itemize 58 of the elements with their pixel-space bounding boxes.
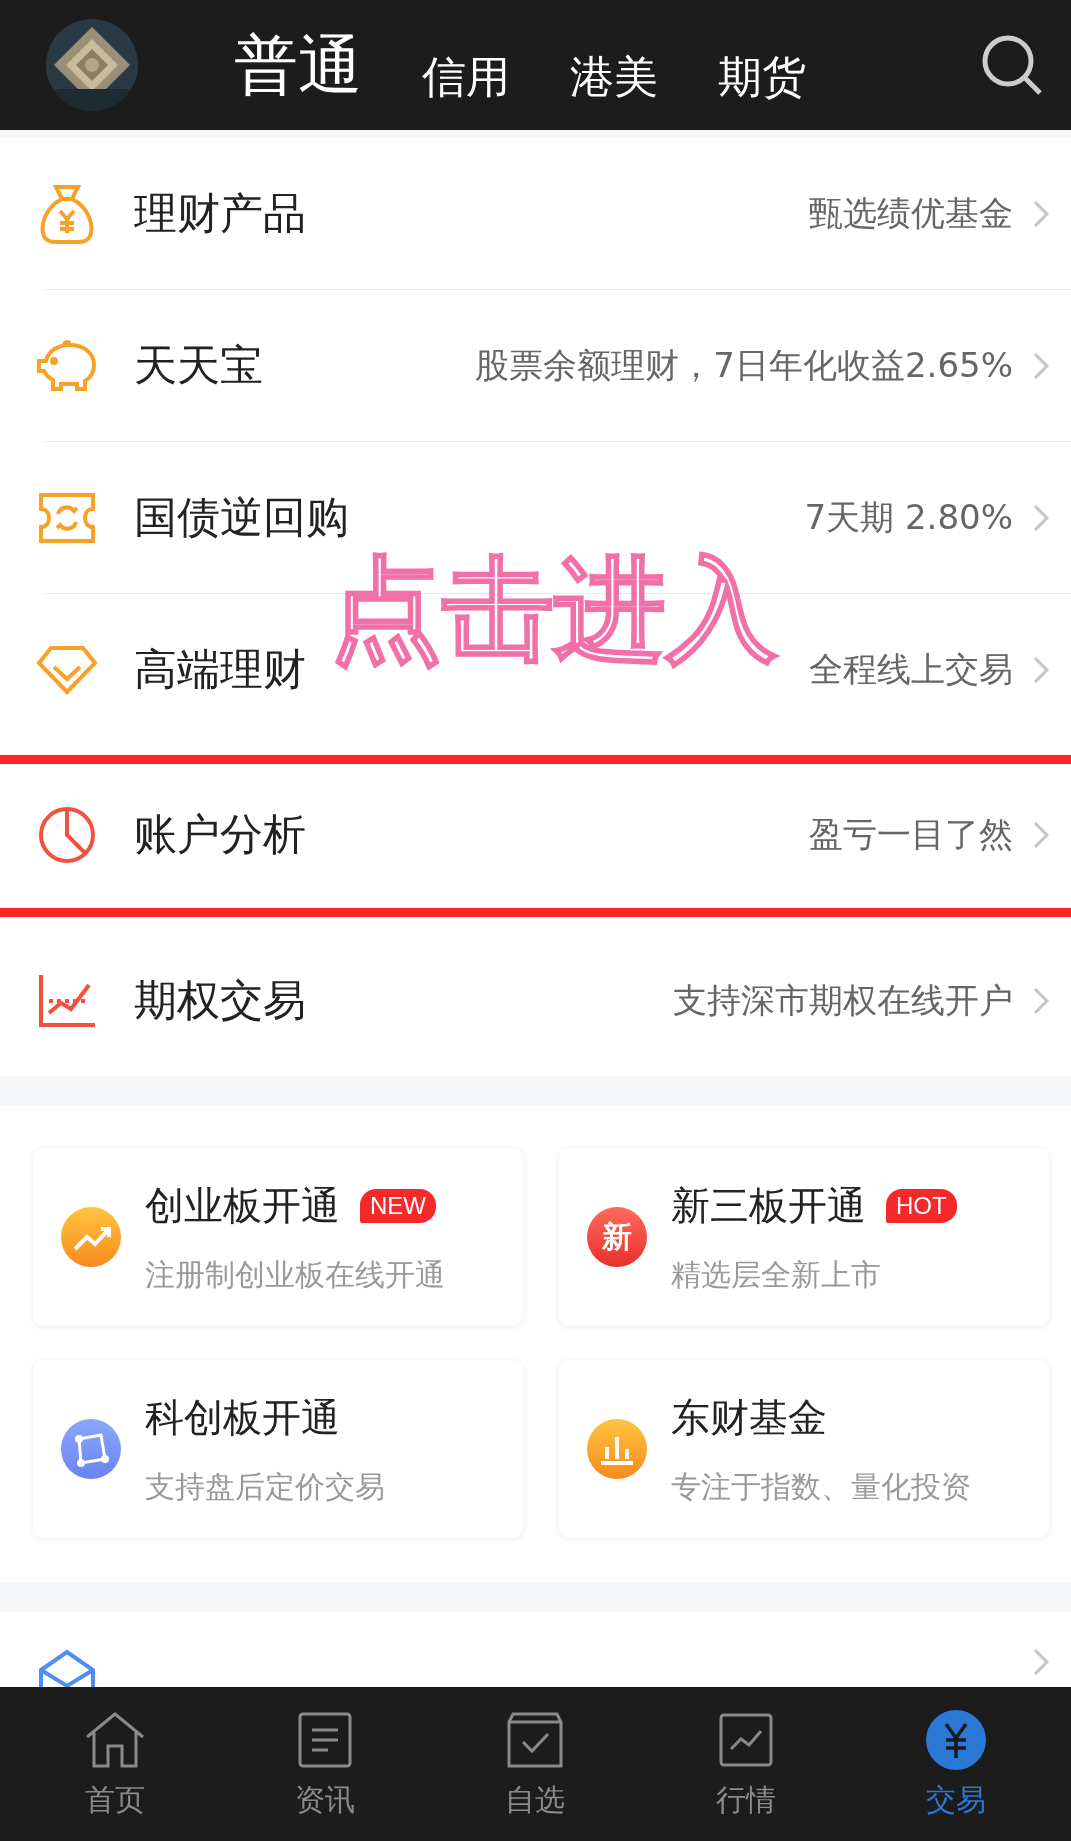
chart-icon (37, 972, 97, 1029)
row-subtitle: 7天期 2.80% (804, 495, 1013, 539)
row-title: 高端理财 (134, 642, 306, 696)
row-subtitle: 支持深市期权在线开户 (673, 978, 1013, 1022)
chevron-icon (1033, 821, 1049, 849)
tab[interactable]: 信用 (422, 50, 510, 104)
row-subtitle: 全程线上交易 (809, 647, 1013, 691)
row-title: 国债逆回购 (134, 490, 349, 544)
nav-tab[interactable]: 自选 (455, 1687, 616, 1841)
card-title: 科创板开通 (145, 1393, 340, 1442)
row-subtitle: 盈亏一目了然 (809, 813, 1013, 856)
tab[interactable]: 港美 (570, 50, 658, 104)
search-icon[interactable] (981, 34, 1043, 96)
card-title: 东财基金 (671, 1393, 827, 1442)
bar-chart-icon (587, 1419, 647, 1479)
badge: NEW (360, 1188, 436, 1223)
card-title: 新三板开通 (671, 1181, 866, 1230)
chevron-icon (1033, 199, 1049, 228)
row-title: 期权交易 (134, 973, 306, 1027)
tab[interactable]: 普通 (234, 26, 362, 104)
feature-card[interactable]: 东财基金 专注于指数、量化投资 (559, 1360, 1049, 1538)
line-chart-icon (718, 1712, 773, 1767)
chevron-icon (1033, 655, 1049, 684)
row-subtitle: 股票余额理财，7日年化收益2.65% (475, 343, 1013, 387)
network-icon (61, 1419, 121, 1479)
badge: HOT (886, 1188, 957, 1223)
card-title: 创业板开通 (145, 1181, 340, 1230)
row-subtitle: 甄选绩优基金 (809, 191, 1013, 235)
nav-tab[interactable]: 首页 (35, 1687, 196, 1841)
pie-chart-icon (37, 805, 97, 865)
document-icon (298, 1711, 353, 1768)
feature-card[interactable]: 新 新三板开通 HOT 精选层全新上市 (559, 1148, 1049, 1326)
chevron-icon (1033, 1648, 1049, 1676)
row-title: 天天宝 (134, 338, 263, 392)
nav-tab[interactable]: 资讯 (245, 1687, 406, 1841)
card-subtitle: 专注于指数、量化投资 (671, 1467, 971, 1506)
yen-icon (925, 1709, 986, 1770)
diamond-icon (36, 644, 98, 695)
glyph-icon: 新 (587, 1207, 647, 1267)
feature-card[interactable]: 科创板开通 支持盘后定价交易 (33, 1360, 523, 1538)
home-icon (84, 1710, 147, 1769)
nav-tab[interactable]: 行情 (665, 1687, 826, 1841)
piggy-bank-icon (36, 338, 98, 393)
row-title: 账户分析 (134, 808, 306, 861)
card-subtitle: 精选层全新上市 (671, 1255, 882, 1294)
trend-icon (61, 1207, 121, 1267)
card-subtitle: 注册制创业板在线开通 (145, 1255, 445, 1294)
chevron-icon (1033, 503, 1049, 532)
feature-card[interactable]: 创业板开通 NEW 注册制创业板在线开通 (33, 1148, 523, 1326)
tab[interactable]: 期货 (718, 50, 806, 104)
chevron-icon (1033, 351, 1049, 380)
checkbox-icon (507, 1711, 564, 1768)
nav-tab[interactable]: 交易 (875, 1687, 1036, 1841)
ticket-icon (38, 491, 96, 544)
money-bag-icon (38, 182, 96, 245)
row-title: 理财产品 (134, 186, 306, 240)
card-subtitle: 支持盘后定价交易 (145, 1467, 385, 1506)
chevron-icon (1033, 986, 1049, 1015)
